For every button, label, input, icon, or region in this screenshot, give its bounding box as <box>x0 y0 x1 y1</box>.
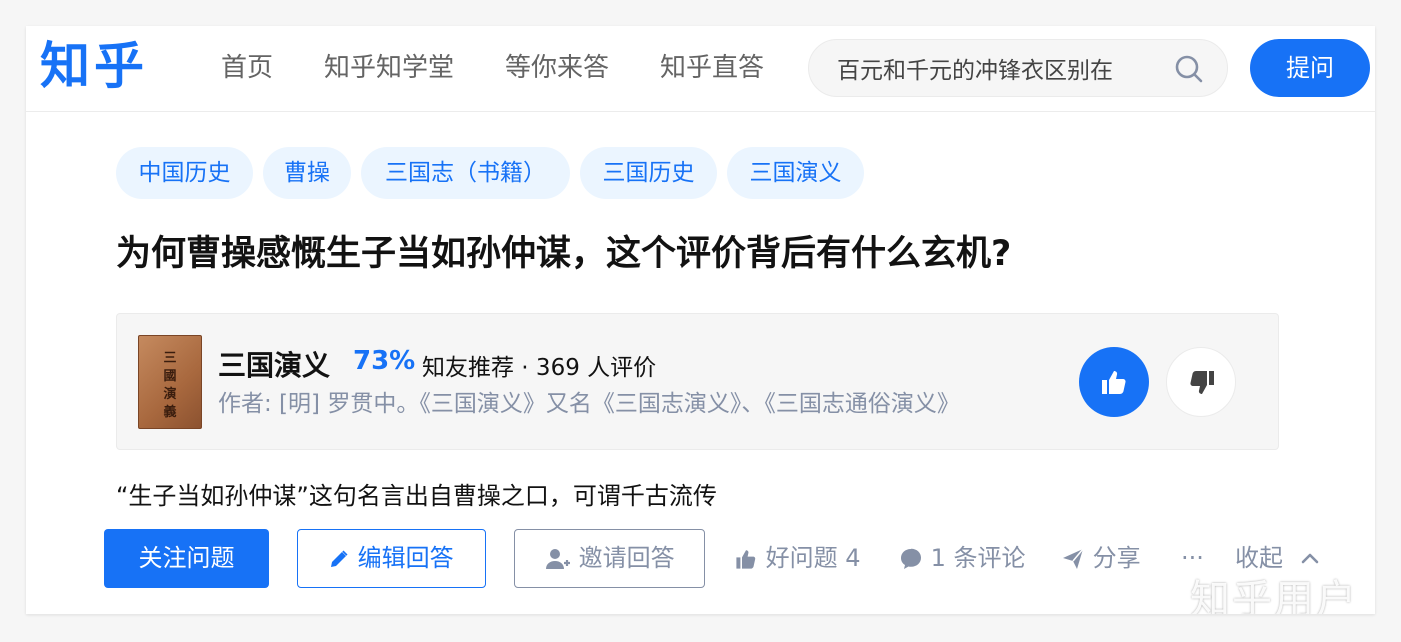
book-cover-text: 三國演義 <box>163 351 177 420</box>
follow-question-button[interactable]: 关注问题 <box>104 529 269 588</box>
tag-sanguozhi-book[interactable]: 三国志（书籍） <box>361 147 570 199</box>
book-score: 73% <box>353 346 416 376</box>
thumbs-down-icon <box>1190 371 1214 394</box>
not-recommend-button[interactable] <box>1166 347 1236 417</box>
zhihu-logo[interactable]: 知乎 <box>40 34 148 98</box>
comment-label: 1 条评论 <box>930 544 1026 572</box>
recommend-button[interactable] <box>1079 347 1149 417</box>
thumbs-up-icon <box>1102 371 1126 394</box>
search-icon[interactable] <box>1173 53 1205 85</box>
comment-button[interactable]: 1 条评论 <box>899 529 1026 588</box>
nav-home[interactable]: 首页 <box>221 26 273 112</box>
question-title[interactable]: 为何曹操感慨生子当如孙仲谋，这个评价背后有什么玄机? <box>116 226 1266 282</box>
book-recommend-info: 知友推荐 · 369 人评价 <box>422 355 657 381</box>
nav-waiting-answers[interactable]: 等你来答 <box>505 26 609 112</box>
invite-user-icon <box>546 549 570 569</box>
question-card: 知乎 首页 知乎知学堂 等你来答 知乎直答 提问 中国历史 曹操 三国志（书籍）… <box>26 26 1375 614</box>
edit-answer-label: 编辑回答 <box>357 544 454 572</box>
tag-cao-cao[interactable]: 曹操 <box>263 147 351 199</box>
share-label: 分享 <box>1092 544 1141 572</box>
pencil-icon <box>331 550 348 567</box>
app-header: 知乎 首页 知乎知学堂 等你来答 知乎直答 提问 <box>26 26 1375 112</box>
nav-zhida[interactable]: 知乎直答 <box>660 26 764 112</box>
share-icon <box>1063 548 1084 569</box>
search-input[interactable] <box>837 40 1133 96</box>
nav-zhixuetang[interactable]: 知乎知学堂 <box>324 26 454 112</box>
invite-answer-button[interactable]: 邀请回答 <box>514 529 705 588</box>
thumbs-up-icon <box>736 550 756 569</box>
book-name[interactable]: 三国演义 <box>218 344 330 384</box>
question-excerpt[interactable]: “生子当如孙仲谋”这句名言出自曹操之口，可谓千古流传 <box>116 476 717 511</box>
invite-answer-label: 邀请回答 <box>578 544 675 572</box>
watermark: 知乎用户 <box>1190 577 1358 614</box>
edit-answer-button[interactable]: 编辑回答 <box>297 529 486 588</box>
comment-icon <box>901 548 921 569</box>
ask-question-button[interactable]: 提问 <box>1250 39 1370 97</box>
book-description: 作者: [明] 罗贯中。《三国演义》又名《三国志演义》、《三国志通俗演义》 <box>218 391 960 417</box>
share-button[interactable]: 分享 <box>1061 529 1141 588</box>
book-card[interactable]: 三國演義 三国演义 73% 知友推荐 · 369 人评价 作者: [明] 罗贯中… <box>116 313 1279 450</box>
tag-three-kingdoms-history[interactable]: 三国历史 <box>580 147 717 199</box>
tag-romance-three-kingdoms[interactable]: 三国演义 <box>727 147 864 199</box>
search-box <box>808 39 1228 97</box>
book-cover[interactable]: 三國演義 <box>138 335 202 429</box>
good-question-button[interactable]: 好问题 4 <box>734 529 861 588</box>
good-question-label: 好问题 4 <box>765 544 861 572</box>
tag-chinese-history[interactable]: 中国历史 <box>116 147 253 199</box>
